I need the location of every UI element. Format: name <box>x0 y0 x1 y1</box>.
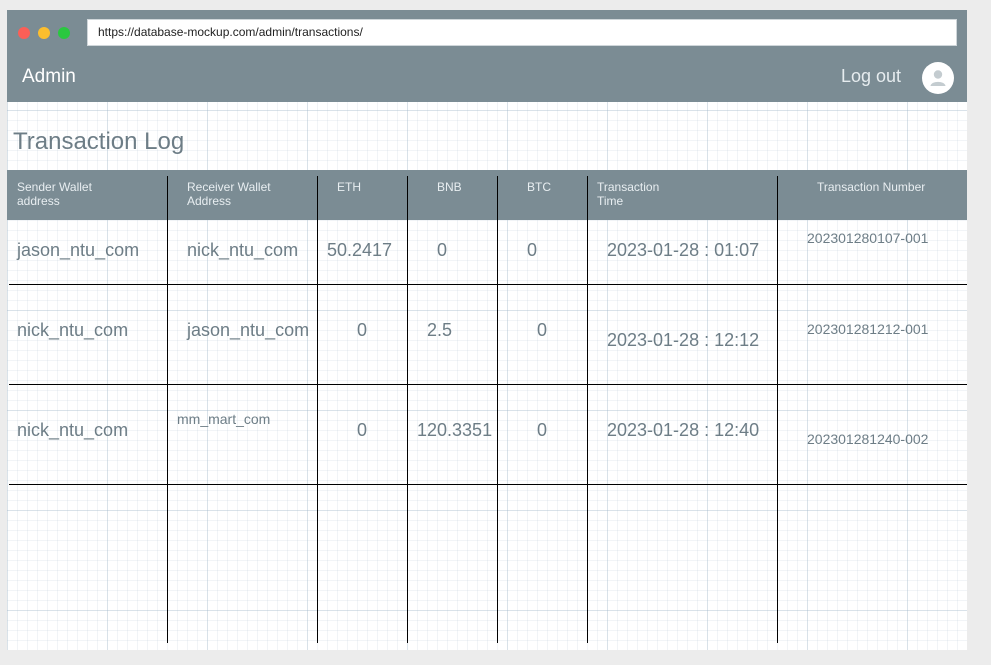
bnb-cell: 120.3351 <box>417 420 493 440</box>
sender-cell: jason_ntu_com <box>17 240 140 260</box>
receiver-cell: nick_ntu_com <box>187 240 299 260</box>
column-header-receiver[interactable]: Receiver Wallet Address <box>187 180 271 208</box>
column-divider <box>777 176 778 643</box>
column-header-sender-label: Sender Wallet address <box>17 180 92 208</box>
column-divider <box>167 176 168 643</box>
receiver-cell: mm_mart_com <box>177 411 271 427</box>
bnb-cell: 0 <box>437 240 448 260</box>
table-header: Sender Wallet address Receiver Wallet Ad… <box>7 170 967 220</box>
column-header-bnb-label: BNB <box>437 180 462 194</box>
avatar[interactable] <box>922 62 954 94</box>
window-close-button[interactable] <box>18 27 30 39</box>
column-header-time[interactable]: Transaction Time <box>597 180 659 208</box>
time-cell: 2023-01-28 : 12:12 <box>607 330 760 350</box>
column-header-bnb[interactable]: BNB <box>437 180 462 194</box>
column-divider <box>407 176 408 643</box>
time-cell: 2023-01-28 : 01:07 <box>607 240 760 260</box>
column-header-eth-label: ETH <box>337 180 361 194</box>
eth-cell: 50.2417 <box>327 240 393 260</box>
column-header-number-label: Transaction Number <box>817 180 926 194</box>
address-bar[interactable]: https://database-mockup.com/admin/transa… <box>87 19 957 46</box>
time-cell: 2023-01-28 : 12:40 <box>607 420 760 440</box>
column-header-number[interactable]: Transaction Number <box>817 180 925 194</box>
number-cell: 202301281212-001 <box>807 321 929 337</box>
browser-window: https://database-mockup.com/admin/transa… <box>7 10 967 650</box>
row-divider <box>9 284 967 285</box>
btc-cell: 0 <box>537 320 548 340</box>
window-minimize-button[interactable] <box>38 27 50 39</box>
row-divider <box>9 484 967 485</box>
column-header-receiver-label: Receiver Wallet Address <box>187 180 271 208</box>
column-header-time-label: Transaction Time <box>597 180 660 208</box>
number-cell: 202301280107-001 <box>807 230 929 246</box>
brand-title: Admin <box>22 66 76 87</box>
column-header-sender[interactable]: Sender Wallet address <box>17 180 92 208</box>
logout-link[interactable]: Log out <box>841 66 901 87</box>
receiver-cell: jason_ntu_com <box>187 320 310 340</box>
column-header-btc-label: BTC <box>527 180 551 194</box>
column-divider <box>587 176 588 643</box>
column-divider <box>497 176 498 643</box>
browser-titlebar: https://database-mockup.com/admin/transa… <box>7 10 967 46</box>
column-divider <box>317 176 318 643</box>
window-maximize-button[interactable] <box>58 27 70 39</box>
btc-cell: 0 <box>527 240 538 260</box>
eth-cell: 0 <box>357 420 368 440</box>
column-header-eth[interactable]: ETH <box>337 180 361 194</box>
btc-cell: 0 <box>537 420 548 440</box>
admin-navbar: Admin Log out <box>7 46 967 102</box>
sender-cell: nick_ntu_com <box>17 320 129 340</box>
sender-cell: nick_ntu_com <box>17 420 129 440</box>
page-title: Transaction Log <box>13 128 185 155</box>
user-icon <box>930 70 946 86</box>
eth-cell: 0 <box>357 320 368 340</box>
column-header-btc[interactable]: BTC <box>527 180 551 194</box>
number-cell: 202301281240-002 <box>807 431 929 447</box>
row-divider <box>9 384 967 385</box>
bnb-cell: 2.5 <box>427 320 453 340</box>
